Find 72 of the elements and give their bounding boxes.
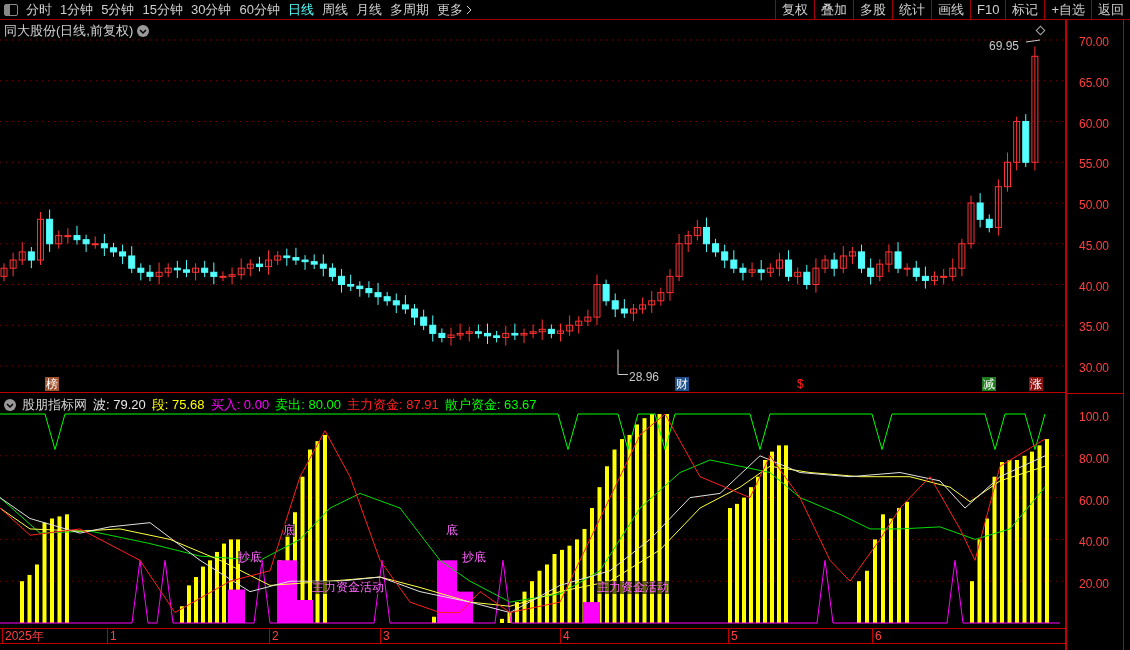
period-tab[interactable]: 60分钟 xyxy=(235,0,284,20)
toolbar-button[interactable]: 标记 xyxy=(1005,0,1045,19)
signal-label: 底 xyxy=(283,524,295,537)
date-label: 3 xyxy=(380,629,390,644)
axis-label: 20.00 xyxy=(1079,576,1110,594)
axis-label: 65.00 xyxy=(1079,74,1110,92)
axis-label: 100.0 xyxy=(1079,409,1110,426)
signal-label: 底 xyxy=(446,524,458,537)
period-tab[interactable]: 多周期 xyxy=(385,0,433,20)
toolbar-button[interactable]: 画线 xyxy=(931,0,970,19)
dropdown-icon[interactable] xyxy=(4,398,16,411)
price-label: 69.95 xyxy=(989,38,1020,55)
leader-line xyxy=(617,349,629,375)
toolbar-button[interactable]: F10 xyxy=(970,0,1006,19)
axis-label: 80.00 xyxy=(1079,450,1110,468)
toolbar-button[interactable]: 叠加 xyxy=(814,0,853,19)
event-marker[interactable]: 减 xyxy=(982,377,996,391)
toolbar-button[interactable]: 复权 xyxy=(775,0,814,19)
indicator-readout: 波: 79.20 xyxy=(93,396,146,414)
period-tab[interactable]: 更多 xyxy=(432,0,476,20)
candle xyxy=(37,211,44,266)
axis-label: 40.00 xyxy=(1079,534,1110,552)
axis-label: 40.00 xyxy=(1079,278,1110,296)
stock-title: 同大股份(日线,前复权) xyxy=(4,22,134,40)
signal-label: 抄底 xyxy=(462,551,486,564)
period-tab[interactable]: 30分钟 xyxy=(186,0,236,20)
chevron-icon xyxy=(465,4,472,15)
indicator-readout: 卖出: 80.00 xyxy=(275,396,341,414)
axis-label: 45.00 xyxy=(1079,237,1110,255)
date-label: 4 xyxy=(560,629,570,644)
date-label: 2025年 xyxy=(2,629,44,644)
event-marker[interactable]: 涨 xyxy=(1029,377,1043,391)
period-tab[interactable]: 1分钟 xyxy=(56,0,98,20)
signal-label: 主力资金活动 xyxy=(597,581,669,594)
toolbar-button[interactable]: +自选 xyxy=(1044,0,1091,19)
toolbar-button[interactable]: 统计 xyxy=(892,0,931,19)
period-tab[interactable]: 分时 xyxy=(22,0,56,20)
date-label: 6 xyxy=(872,629,882,644)
toolbar-button[interactable]: 返回 xyxy=(1091,0,1130,19)
indicator-readout: 主力资金: 87.91 xyxy=(346,396,439,414)
period-tab[interactable]: 月线 xyxy=(351,0,386,20)
signal-label: 主力资金活动 xyxy=(312,581,384,594)
date-label: 5 xyxy=(728,629,738,644)
event-marker[interactable]: 榜 xyxy=(45,377,59,391)
axis-label: 30.00 xyxy=(1079,360,1110,377)
axis-label: 70.00 xyxy=(1079,34,1110,51)
axis-label: 55.00 xyxy=(1079,156,1110,174)
signal-label: 抄底 xyxy=(238,551,262,564)
axis-label: 60.00 xyxy=(1079,115,1110,133)
indicator-readout: 买入: 0.00 xyxy=(210,396,270,414)
panel-toggle-icon[interactable] xyxy=(4,3,18,16)
period-tab[interactable]: 15分钟 xyxy=(138,0,187,20)
candle xyxy=(484,323,491,345)
axis-label: 35.00 xyxy=(1079,319,1110,337)
leader-line xyxy=(1025,39,1041,43)
axis-label: 60.00 xyxy=(1079,492,1110,510)
toolbar-button[interactable]: 多股 xyxy=(853,0,892,19)
indicator-name: 股朋指标网 xyxy=(22,396,87,414)
date-label: 1 xyxy=(107,629,117,644)
axis-label: 50.00 xyxy=(1079,197,1110,214)
candle xyxy=(557,323,564,343)
date-label: 2 xyxy=(269,629,279,644)
indicator-readout: 散户资金: 63.67 xyxy=(444,396,537,414)
dropdown-icon[interactable] xyxy=(137,24,150,37)
period-tab[interactable]: 5分钟 xyxy=(97,0,139,20)
event-marker[interactable]: $ xyxy=(796,377,805,391)
price-label: 28.96 xyxy=(629,369,660,386)
indicator-readout: 段: 75.68 xyxy=(151,396,205,414)
period-tab[interactable]: 日线 xyxy=(283,0,318,20)
period-tab[interactable]: 周线 xyxy=(317,0,352,20)
event-marker[interactable]: 财 xyxy=(675,377,689,391)
candle xyxy=(1004,151,1011,193)
